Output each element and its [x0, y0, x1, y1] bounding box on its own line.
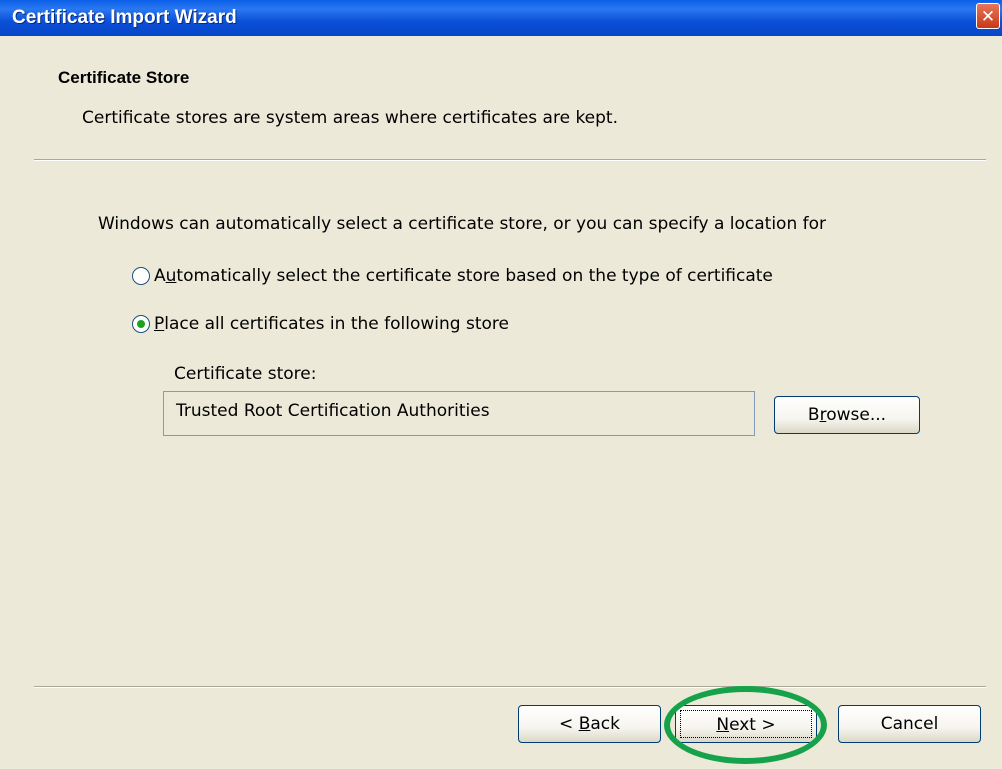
radio-icon[interactable]: [132, 315, 150, 333]
header-divider: [34, 159, 986, 161]
radio-icon[interactable]: [132, 267, 150, 285]
radio-label-automatic[interactable]: Automatically select the certificate sto…: [154, 266, 773, 286]
radio-selected-dot: [137, 320, 145, 328]
back-button[interactable]: < Back: [518, 705, 661, 743]
next-button-highlight-ring: [664, 686, 827, 764]
certificate-import-wizard-window: Certificate Import Wizard ✕ Certificate …: [0, 0, 1002, 769]
page-title: Certificate Store: [58, 68, 190, 87]
window-title: Certificate Import Wizard: [12, 7, 237, 28]
cancel-button[interactable]: Cancel: [838, 705, 981, 743]
certificate-store-value: Trusted Root Certification Authorities: [176, 401, 490, 421]
title-bar[interactable]: Certificate Import Wizard ✕: [0, 0, 1002, 36]
browse-button[interactable]: Browse...: [774, 396, 920, 434]
intro-text: Windows can automatically select a certi…: [98, 214, 827, 234]
radio-option-automatic[interactable]: Automatically select the certificate sto…: [132, 265, 773, 287]
footer-divider: [34, 686, 986, 688]
radio-option-place-all[interactable]: Place all certificates in the following …: [132, 313, 509, 335]
certificate-store-field: Trusted Root Certification Authorities: [163, 391, 755, 436]
page-subtitle: Certificate stores are system areas wher…: [82, 108, 619, 128]
radio-label-place-all[interactable]: Place all certificates in the following …: [154, 314, 509, 334]
close-icon[interactable]: ✕: [976, 3, 1000, 29]
certificate-store-label: Certificate store:: [174, 364, 317, 384]
